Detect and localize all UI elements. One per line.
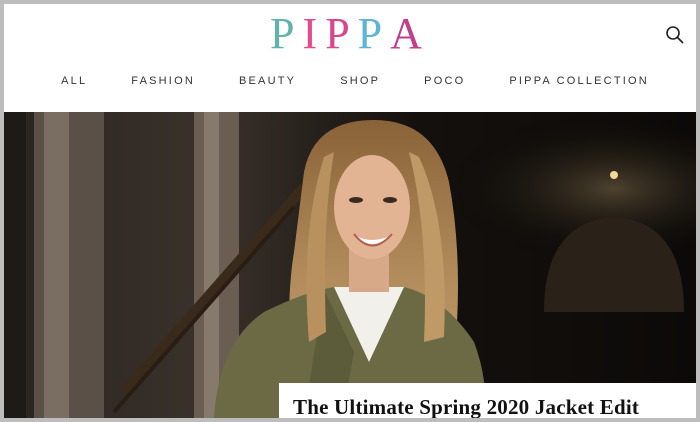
logo-letter: P: [357, 9, 391, 58]
nav-item-beauty[interactable]: BEAUTY: [239, 74, 296, 92]
pippa-logo[interactable]: PIPPA: [4, 10, 696, 58]
logo-letter: P: [325, 9, 358, 58]
search-button[interactable]: [664, 24, 686, 46]
page-frame: PIPPA ALL FASHION BEAUTY SHOP POCO PIPPA…: [4, 4, 696, 418]
nav-item-fashion[interactable]: FASHION: [131, 74, 195, 92]
logo-letter: A: [390, 9, 430, 58]
nav-item-all[interactable]: ALL: [61, 74, 87, 92]
main-nav: ALL FASHION BEAUTY SHOP POCO PIPPA COLLE…: [4, 74, 696, 92]
hero-feature[interactable]: The Ultimate Spring 2020 Jacket Edit: [4, 112, 696, 418]
site-header: PIPPA ALL FASHION BEAUTY SHOP POCO PIPPA…: [4, 4, 696, 112]
hero-photo: [4, 112, 696, 418]
nav-item-pippa-collection[interactable]: PIPPA COLLECTION: [509, 74, 649, 92]
logo-letter: P: [270, 9, 303, 58]
search-icon: [666, 26, 684, 44]
article-headline[interactable]: The Ultimate Spring 2020 Jacket Edit: [293, 395, 696, 418]
logo-letter: I: [302, 9, 326, 58]
nav-item-poco[interactable]: POCO: [424, 74, 465, 92]
article-card[interactable]: The Ultimate Spring 2020 Jacket Edit: [279, 383, 696, 418]
nav-item-shop[interactable]: SHOP: [340, 74, 380, 92]
